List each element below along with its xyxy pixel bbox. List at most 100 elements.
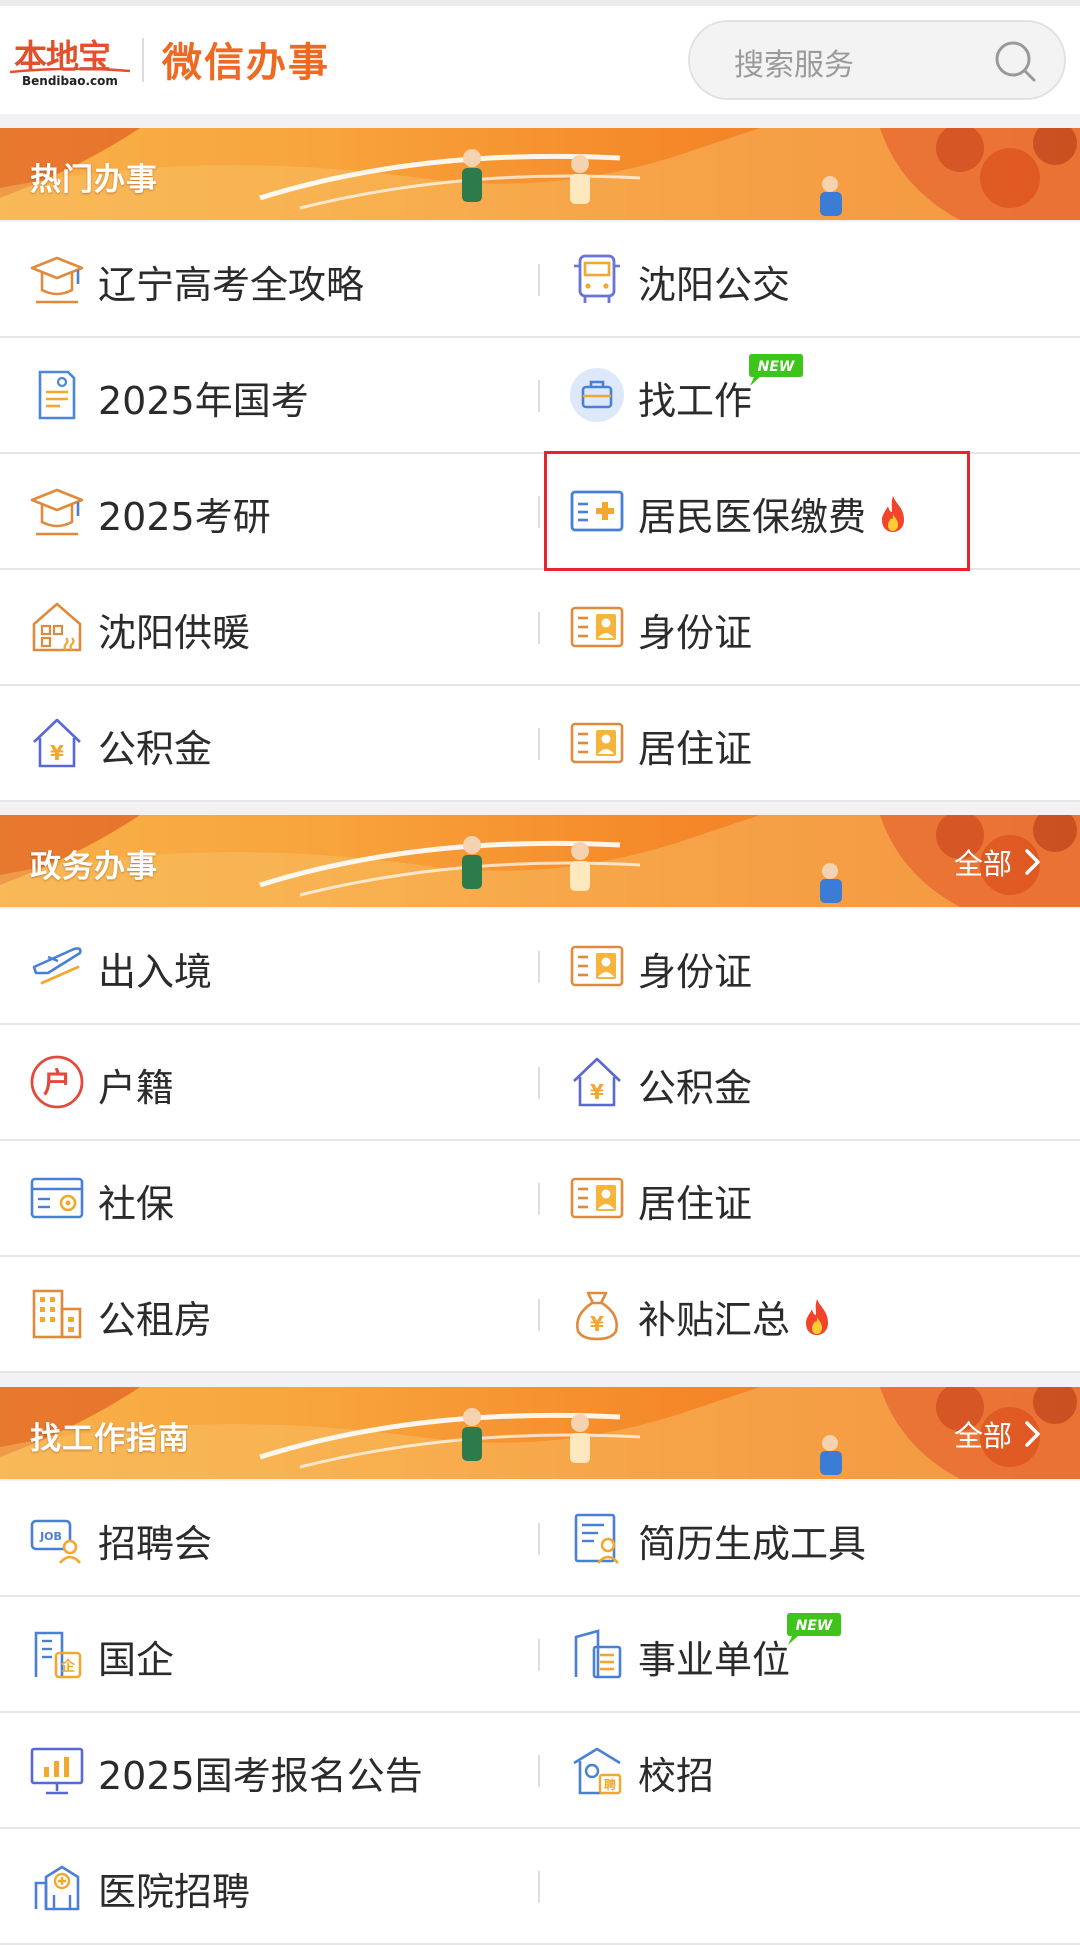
view-all-label: 全部 bbox=[953, 847, 1012, 881]
column-divider bbox=[538, 1299, 540, 1331]
service-label: 居住证 bbox=[638, 718, 752, 773]
service-label-text: 2025国考报名公告 bbox=[98, 1754, 423, 1798]
service-label-text: 医院招聘 bbox=[98, 1870, 251, 1914]
monitor-chart-icon bbox=[28, 1741, 86, 1799]
grid-row: 2025年国考 找工作 NEW bbox=[0, 338, 1080, 454]
grid-row: 医院招聘 bbox=[0, 1829, 1080, 1945]
service-label: 辽宁高考全攻略 bbox=[98, 254, 364, 309]
top-divider bbox=[0, 0, 1080, 6]
institution-icon bbox=[568, 1625, 626, 1683]
search-placeholder: 搜索服务 bbox=[734, 48, 854, 83]
id-card-icon bbox=[568, 598, 626, 656]
house-heating-icon bbox=[28, 598, 86, 656]
service-label: 国企 bbox=[98, 1629, 174, 1684]
airplane-icon bbox=[28, 937, 86, 995]
grid-row: 公租房 ¥ 补贴汇总 bbox=[0, 1257, 1080, 1373]
service-item[interactable]: 2025年国考 bbox=[0, 338, 538, 452]
column-divider bbox=[538, 496, 540, 528]
service-item[interactable]: 企 国企 bbox=[0, 1597, 538, 1711]
service-label-text: 出入境 bbox=[98, 950, 213, 994]
document-person-icon bbox=[28, 366, 86, 424]
service-label: 公积金 bbox=[638, 1057, 752, 1112]
service-grid: 出入境 身份证户户籍 ¥ 公积金社保 居住证公租房 ¥ 补贴汇总 bbox=[0, 909, 1080, 1373]
service-item[interactable]: 简历生成工具 bbox=[540, 1481, 1078, 1595]
grid-row: 沈阳供暖 身份证 bbox=[0, 570, 1080, 686]
house-yuan-icon: ¥ bbox=[568, 1053, 626, 1111]
service-label-text: 社保 bbox=[98, 1182, 175, 1226]
service-label-text: 补贴汇总 bbox=[638, 1298, 791, 1342]
social-security-card-icon bbox=[28, 1169, 86, 1227]
search-box[interactable]: 搜索服务 bbox=[688, 20, 1066, 100]
service-label-text: 居住证 bbox=[638, 727, 753, 771]
service-item[interactable]: 聘 校招 bbox=[540, 1713, 1078, 1827]
column-divider bbox=[538, 380, 540, 412]
bus-icon bbox=[568, 250, 626, 308]
service-label: 居住证 bbox=[638, 1173, 752, 1228]
service-item[interactable]: ¥ 公积金 bbox=[540, 1025, 1078, 1139]
service-item[interactable]: 身份证 bbox=[540, 570, 1078, 684]
service-label: 2025年国考 bbox=[98, 370, 309, 425]
service-item[interactable]: 2025考研 bbox=[0, 454, 538, 568]
service-label: 身份证 bbox=[638, 941, 752, 996]
service-label: 公租房 bbox=[98, 1289, 212, 1344]
building-icon bbox=[28, 1285, 86, 1343]
view-all-link[interactable]: 全部 bbox=[954, 841, 1042, 883]
service-item[interactable]: 社保 bbox=[0, 1141, 538, 1255]
service-label: 沈阳供暖 bbox=[98, 602, 250, 657]
search-icon[interactable] bbox=[992, 38, 1038, 84]
column-divider bbox=[538, 1639, 540, 1671]
service-label: 出入境 bbox=[98, 941, 212, 996]
service-label-text: 2025考研 bbox=[98, 495, 271, 539]
service-label: 补贴汇总 bbox=[638, 1289, 832, 1344]
service-label: 公积金 bbox=[98, 718, 212, 773]
briefcase-icon bbox=[568, 366, 626, 424]
id-card-icon bbox=[568, 937, 626, 995]
service-item[interactable]: 辽宁高考全攻略 bbox=[0, 222, 538, 336]
state-enterprise-icon: 企 bbox=[28, 1625, 86, 1683]
service-item[interactable]: 居住证 bbox=[540, 686, 1078, 800]
service-item[interactable]: JOB 招聘会 bbox=[0, 1481, 538, 1595]
service-label-text: 身份证 bbox=[638, 611, 753, 655]
service-item[interactable]: 沈阳公交 bbox=[540, 222, 1078, 336]
new-badge-text: NEW bbox=[796, 1618, 833, 1634]
hukou-icon: 户 bbox=[28, 1053, 86, 1111]
section-banner: 政务办事 全部 bbox=[0, 815, 1080, 907]
campus-recruit-icon: 聘 bbox=[568, 1741, 626, 1799]
service-item[interactable]: 找工作 NEW bbox=[540, 338, 1078, 452]
service-item[interactable]: 出入境 bbox=[0, 909, 538, 1023]
service-label-text: 沈阳供暖 bbox=[98, 611, 251, 655]
highlight-box bbox=[544, 451, 970, 571]
chevron-right-icon bbox=[1025, 1421, 1040, 1447]
service-item[interactable]: 事业单位 NEW bbox=[540, 1597, 1078, 1711]
svg-text:¥: ¥ bbox=[590, 1080, 604, 1104]
job-board-icon: JOB bbox=[28, 1509, 86, 1567]
service-item[interactable]: ¥ 补贴汇总 bbox=[540, 1257, 1078, 1371]
section-banner: 热门办事 bbox=[0, 128, 1080, 220]
svg-text:¥: ¥ bbox=[50, 741, 64, 765]
logo-subtext: Bendibao.com bbox=[22, 74, 118, 88]
service-label-text: 简历生成工具 bbox=[638, 1522, 867, 1566]
service-item[interactable]: 医院招聘 bbox=[0, 1829, 538, 1943]
grid-row: 社保 居住证 bbox=[0, 1141, 1080, 1257]
service-item[interactable]: 2025国考报名公告 bbox=[0, 1713, 538, 1827]
service-label-text: 公租房 bbox=[98, 1298, 213, 1342]
service-item[interactable]: 公租房 bbox=[0, 1257, 538, 1371]
service-label: 2025考研 bbox=[98, 486, 271, 541]
grid-row: JOB 招聘会 简历生成工具 bbox=[0, 1481, 1080, 1597]
grid-row: 2025国考报名公告 聘 校招 bbox=[0, 1713, 1080, 1829]
header-divider bbox=[142, 38, 144, 82]
svg-text:¥: ¥ bbox=[590, 1312, 604, 1336]
logo[interactable]: 本地宝 Bendibao.com bbox=[8, 30, 130, 90]
service-grid: JOB 招聘会 简历生成工具企 国企 事业单位 NEW 2025国考报名公告聘 校招 医院招聘 bbox=[0, 1481, 1080, 1945]
column-divider bbox=[538, 1871, 540, 1903]
service-item[interactable]: 沈阳供暖 bbox=[0, 570, 538, 684]
service-label-text: 辽宁高考全攻略 bbox=[98, 263, 365, 307]
service-item[interactable]: ¥ 公积金 bbox=[0, 686, 538, 800]
banner-illustration bbox=[0, 128, 1080, 220]
service-item[interactable]: 身份证 bbox=[540, 909, 1078, 1023]
grid-row: 户户籍 ¥ 公积金 bbox=[0, 1025, 1080, 1141]
id-card-icon bbox=[568, 1169, 626, 1227]
service-item[interactable]: 户户籍 bbox=[0, 1025, 538, 1139]
service-item[interactable]: 居住证 bbox=[540, 1141, 1078, 1255]
view-all-link[interactable]: 全部 bbox=[954, 1413, 1042, 1455]
